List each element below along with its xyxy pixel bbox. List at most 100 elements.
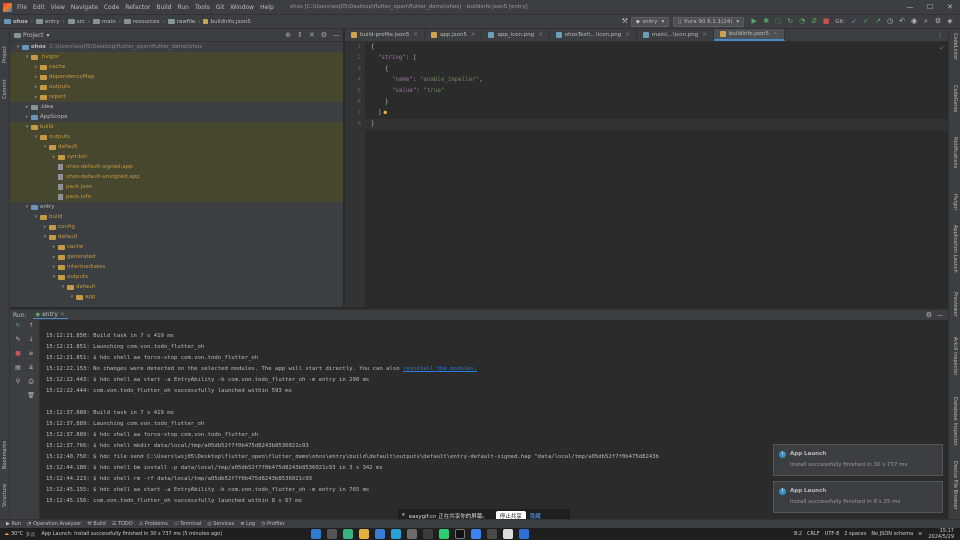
tree-item[interactable]: ▾ outputs (10, 132, 343, 142)
left-tab-structure[interactable]: Structure (2, 484, 8, 507)
line-separator[interactable]: CRLF (807, 531, 820, 537)
device-select[interactable]: ▯ Pura 90 6.1.1(24) ▾ (673, 16, 745, 27)
tool-window-button[interactable]: ◎ Services (207, 521, 234, 527)
right-tab-codegenie[interactable]: CodeGenie (952, 85, 958, 112)
chevron-down-icon[interactable]: ▾ (23, 204, 31, 210)
indent-setting[interactable]: 2 spaces (844, 531, 866, 537)
wrench-icon[interactable]: ✎ (13, 336, 23, 346)
tree-item[interactable]: ▾ entry (10, 202, 343, 212)
explorer-icon[interactable] (359, 529, 370, 539)
menu-item[interactable]: File (17, 4, 27, 11)
tool-window-button[interactable]: ≣ Log (240, 521, 255, 527)
hide-panel-icon[interactable]: — (937, 312, 943, 319)
rollback-icon[interactable]: ↶ (898, 17, 907, 26)
deveco-icon[interactable] (471, 529, 482, 539)
menu-item[interactable]: Navigate (71, 4, 98, 11)
apply-changes-icon[interactable]: ↻ (786, 17, 795, 26)
chevron-right-icon[interactable]: ▸ (32, 64, 40, 70)
editor-tab[interactable]: main\...\icon.png ✕ (637, 29, 714, 41)
start-icon[interactable] (311, 529, 322, 539)
code-editor[interactable]: { "string": [ { "name": "enable_impeller… (365, 42, 948, 307)
tool-window-button[interactable]: ▭ Terminal (174, 521, 201, 527)
chevron-right-icon[interactable]: ▸ (32, 84, 40, 90)
left-tab-bookmarks[interactable]: Bookmarks (2, 441, 8, 469)
menu-item[interactable]: Help (260, 4, 274, 11)
typora-icon[interactable] (503, 529, 514, 539)
git-push-icon[interactable]: ↗ (874, 17, 883, 26)
trash-icon[interactable]: 🗑 (26, 392, 36, 402)
chevron-right-icon[interactable]: ▸ (50, 154, 58, 160)
bulb-icon[interactable]: ● (383, 110, 387, 116)
tree-item[interactable]: ▸ report (10, 92, 343, 102)
caret-position[interactable]: 8:2 (794, 531, 802, 537)
chevron-down-icon[interactable]: ▾ (41, 144, 49, 150)
notification-1[interactable]: i App Launch Install successfully finish… (773, 444, 943, 476)
tool-window-button[interactable]: ⚠ Problems (139, 521, 168, 527)
layout-icon[interactable]: ▤ (13, 364, 23, 374)
breadcrumb-item[interactable]: buildinfo.json5 (210, 19, 250, 25)
editor-tab[interactable]: app_icon.png ✕ (482, 29, 550, 41)
chevron-down-icon[interactable]: ▾ (41, 234, 49, 240)
breadcrumb-item[interactable]: resources (133, 19, 160, 25)
hide-panel-icon[interactable]: — (333, 31, 340, 39)
gear-icon[interactable]: ⚙ (926, 311, 932, 319)
more-icon[interactable]: ⋮ (937, 32, 948, 39)
tree-item[interactable]: ▾ default (10, 282, 343, 292)
chevron-right-icon[interactable]: ▸ (23, 104, 31, 110)
scroll-end-icon[interactable]: ⇊ (26, 364, 36, 374)
tool-window-button[interactable]: ⚒ Build (87, 521, 106, 527)
chevron-down-icon[interactable]: ▾ (59, 284, 67, 290)
hammer-icon[interactable]: ⚒ (620, 17, 629, 26)
right-tab-device-file-browser[interactable]: Device File Browser (952, 461, 958, 510)
editor-tab[interactable]: app.json5 ✕ (425, 29, 483, 41)
tree-item[interactable]: ▾ default (10, 142, 343, 152)
menu-item[interactable]: View (51, 4, 65, 11)
breadcrumb-item[interactable]: rawfile (177, 19, 196, 25)
left-tab-project[interactable]: Project (2, 46, 8, 63)
menu-item[interactable]: Tools (195, 4, 210, 11)
tree-item[interactable]: ▾ default (10, 232, 343, 242)
tree-item[interactable]: ▸ AppScope (10, 112, 343, 122)
profile-icon[interactable]: ◔ (798, 17, 807, 26)
rerun-icon[interactable]: ↻ (13, 322, 23, 332)
chevron-down-icon[interactable]: ▾ (23, 124, 31, 130)
breadcrumb-item[interactable]: main (102, 19, 116, 25)
tree-item[interactable]: ohos-default-unsigned.app (10, 172, 343, 182)
run-icon[interactable]: ▶ (750, 17, 759, 26)
json-schema[interactable]: No JSON schema (871, 531, 913, 537)
attach-debugger-icon[interactable]: ⬚ (774, 17, 783, 26)
feishu-icon[interactable] (519, 529, 530, 539)
left-tab-commit[interactable]: Commit (2, 79, 8, 99)
file-encoding[interactable]: UTF-8 (825, 531, 840, 537)
tree-item[interactable]: ▾ build (10, 212, 343, 222)
inspection-ok-icon[interactable]: ✓ (940, 44, 944, 52)
git-update-icon[interactable]: ↙ (850, 17, 859, 26)
tree-item[interactable]: pack.info (10, 192, 343, 202)
gear-icon[interactable]: ⚙ (321, 31, 327, 39)
chevron-down-icon[interactable]: ▾ (32, 214, 40, 220)
editor-tab[interactable]: buildinfo.json5 ✕ (713, 29, 785, 41)
tree-item[interactable]: ▸ .idea (10, 102, 343, 112)
pin-icon[interactable]: ⚲ (13, 378, 23, 388)
breadcrumb-item[interactable]: ohos (13, 19, 28, 25)
vscode-icon[interactable] (375, 529, 386, 539)
menu-item[interactable]: Window (230, 4, 254, 11)
wechat-icon[interactable] (343, 529, 354, 539)
chevron-down-icon[interactable]: ▾ (68, 294, 76, 300)
app-icon[interactable] (487, 529, 498, 539)
locate-icon[interactable]: ⊕ (285, 31, 291, 39)
close-tab-icon[interactable]: ✕ (773, 31, 778, 37)
devtool-icon[interactable] (455, 529, 466, 539)
tree-item[interactable]: ▸ config (10, 222, 343, 232)
settings-icon[interactable]: ⚙ (934, 17, 943, 26)
tree-item[interactable]: ▸ generated (10, 252, 343, 262)
module-select[interactable]: ◆ entry ▾ (630, 16, 670, 27)
history-icon[interactable]: ◷ (886, 17, 895, 26)
expand-all-icon[interactable]: ✕ (309, 31, 315, 39)
ide-logo-icon[interactable]: ◈ (946, 17, 955, 26)
maximize-icon[interactable]: ☐ (920, 3, 940, 11)
right-tab-previewer[interactable]: Previewer (952, 292, 958, 317)
chevron-right-icon[interactable]: ▸ (50, 254, 58, 260)
close-tab-icon[interactable]: ✕ (538, 32, 543, 38)
right-tab-hvigor[interactable]: Hvigor (952, 194, 958, 210)
